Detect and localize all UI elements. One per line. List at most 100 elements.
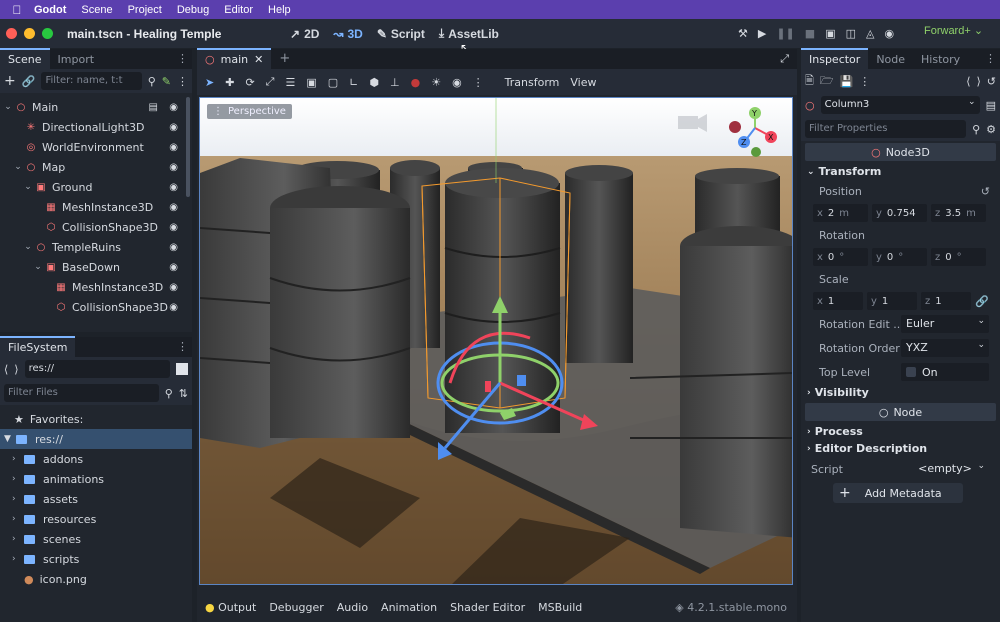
folder-row[interactable]: › assets (0, 489, 192, 509)
filter-files-input[interactable]: Filter Files (4, 384, 159, 402)
snap-icon[interactable]: ⊥ (390, 76, 400, 89)
play-scene-icon[interactable]: ◫ (846, 27, 856, 40)
position-z-field[interactable]: z 3.5 m (931, 204, 986, 222)
mode-3d-button[interactable]: ↝ 3D (333, 27, 362, 41)
chevron-right-icon[interactable]: › (12, 534, 24, 544)
hammer-icon[interactable]: ⚒ (738, 27, 748, 40)
tab-node[interactable]: Node (868, 50, 913, 69)
folder-row[interactable]: › scripts (0, 549, 192, 569)
zoom-window-button[interactable] (42, 28, 53, 39)
scale-y-field[interactable]: y1 (867, 292, 917, 310)
mode-2d-button[interactable]: ↗ 2D (290, 27, 319, 41)
tab-scene[interactable]: Scene (0, 48, 50, 69)
distraction-free-icon[interactable]: ⤢ (772, 52, 797, 69)
mode-script-button[interactable]: ✎ Script (377, 27, 425, 41)
group-icon[interactable]: ▢ (328, 76, 338, 89)
transform-menu[interactable]: Transform (505, 76, 560, 89)
link-icon[interactable]: 🔗 (975, 295, 989, 308)
apple-icon[interactable]:  (0, 3, 34, 17)
scene-menu-icon[interactable]: ⋮ (177, 75, 188, 88)
top-level-checkbox[interactable]: On (901, 363, 989, 381)
object-history-icon[interactable]: ↺ (987, 75, 996, 88)
stop-icon[interactable]: ■ (805, 27, 815, 40)
visibility-eye-icon[interactable]: ◉ (169, 242, 178, 253)
transform-category[interactable]: ⌄ Transform (801, 163, 1000, 180)
lock-icon[interactable]: ▣ (306, 76, 316, 89)
tools-icon[interactable]: ⚙ (986, 123, 996, 136)
environment-icon[interactable]: ◉ (452, 76, 462, 89)
tab-inspector[interactable]: Inspector (801, 48, 869, 69)
play-icon[interactable]: ▶ (758, 27, 766, 40)
tab-history[interactable]: History (913, 50, 968, 69)
perspective-menu-button[interactable]: ⋮ Perspective (207, 104, 292, 119)
visibility-eye-icon[interactable]: ◉ (169, 202, 178, 213)
rotation-y-field[interactable]: y 0 ° (872, 248, 927, 266)
chevron-down-icon[interactable]: ⌄ (22, 242, 34, 252)
link-icon[interactable]: 🔗 (22, 75, 36, 88)
msbuild-tab[interactable]: MSBuild (538, 601, 582, 614)
menu-debug[interactable]: Debug (177, 4, 209, 16)
history-forward-icon[interactable]: ⟩ (976, 75, 980, 88)
toggle-preview-sun-icon[interactable]: ● (411, 76, 421, 89)
sun-icon[interactable]: ☀ (431, 76, 441, 89)
scene-tab-main[interactable]: ○ main ✕ (197, 48, 272, 69)
move-tool-icon[interactable]: ✚ (225, 76, 234, 89)
scene-tree-node[interactable]: ▦ MeshInstance3D ◉ (0, 277, 192, 297)
debugger-tab[interactable]: Debugger (269, 601, 323, 614)
chevron-down-icon[interactable]: ⌄ (2, 102, 14, 112)
filter-properties-input[interactable]: Filter Properties (805, 120, 967, 138)
forward-icon[interactable]: ⟩ (14, 363, 18, 376)
dock-menu-icon[interactable]: ⋮ (981, 52, 1000, 69)
folder-row[interactable]: › animations (0, 469, 192, 489)
scene-tree-node[interactable]: ⬡ CollisionShape3D ◉ (0, 217, 192, 237)
visibility-eye-icon[interactable]: ◉ (169, 122, 178, 133)
visibility-eye-icon[interactable]: ◉ (169, 262, 178, 273)
scene-tree-node[interactable]: ⌄ ○ Map ◉ (0, 157, 192, 177)
close-icon[interactable]: ✕ (254, 53, 263, 66)
scale-z-field[interactable]: z1 (921, 292, 971, 310)
view-menu[interactable]: View (570, 76, 596, 89)
path-field[interactable]: res:// (24, 360, 170, 378)
menu-editor[interactable]: Editor (224, 4, 253, 16)
3d-viewport[interactable]: Y X Z ⋮ Perspective (199, 97, 793, 585)
output-tab[interactable]: ● Output (205, 601, 256, 614)
script-icon[interactable]: ▤ (149, 102, 158, 113)
position-x-field[interactable]: x2m (813, 204, 868, 222)
visibility-eye-icon[interactable]: ◉ (169, 302, 178, 313)
select-tool-icon[interactable]: ➤ (205, 76, 214, 89)
menu-scene[interactable]: Scene (81, 4, 112, 16)
chevron-down-icon[interactable]: ⌄ (32, 262, 44, 272)
close-window-button[interactable] (6, 28, 17, 39)
renderer-selector[interactable]: Forward+ ⌄ (924, 24, 983, 37)
visibility-category[interactable]: › Visibility (801, 384, 1000, 401)
tab-filesystem[interactable]: FileSystem (0, 336, 76, 357)
visibility-eye-icon[interactable]: ◉ (169, 102, 178, 113)
add-metadata-button[interactable]: + Add Metadata (833, 483, 963, 503)
menu-project[interactable]: Project (128, 4, 162, 16)
position-y-field[interactable]: y 0.754 (872, 204, 927, 222)
chevron-right-icon[interactable]: › (12, 494, 24, 504)
add-node-icon[interactable]: + (4, 73, 16, 89)
scene-tree-node[interactable]: ▦ MeshInstance3D ◉ (0, 197, 192, 217)
scale-tool-icon[interactable]: ⤢ (266, 75, 275, 89)
chevron-right-icon[interactable]: › (12, 554, 24, 564)
chevron-right-icon[interactable]: › (12, 454, 24, 464)
folder-row[interactable]: › resources (0, 509, 192, 529)
dock-menu-icon[interactable]: ⋮ (173, 340, 192, 357)
process-category[interactable]: › Process (801, 423, 1000, 440)
open-resource-icon[interactable]: 🗁 (820, 72, 834, 91)
scene-tree-node[interactable]: ⌄ ○ Main ◉ ▤ (0, 97, 192, 117)
editor-description-category[interactable]: › Editor Description (801, 440, 1000, 457)
scene-tree-node[interactable]: ⌄ ○ TempleRuins ◉ (0, 237, 192, 257)
split-mode-icon[interactable] (176, 363, 188, 375)
scene-tree-node[interactable]: ⬡ CollisionShape3D ◉ (0, 297, 192, 317)
history-back-icon[interactable]: ⟨ (966, 75, 970, 88)
list-select-icon[interactable]: ☰ (285, 76, 295, 89)
visibility-eye-icon[interactable]: ◉ (169, 222, 178, 233)
chevron-down-icon[interactable]: ⌄ (22, 182, 34, 192)
movie-maker-icon[interactable]: ◉ (884, 27, 894, 40)
mode-assetlib-button[interactable]: ⤓ AssetLib (439, 26, 499, 41)
selected-column[interactable] (444, 168, 561, 433)
ruler-icon[interactable]: ∟ (349, 76, 358, 89)
visibility-eye-icon[interactable]: ◉ (169, 142, 178, 153)
